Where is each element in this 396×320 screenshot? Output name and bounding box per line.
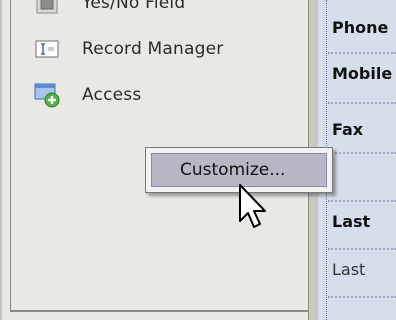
field-item-yes-no[interactable]: Yes/No Field: [34, 0, 185, 16]
form-field-mobile[interactable]: Mobile: [332, 64, 392, 83]
form-field-last-label[interactable]: Last: [332, 212, 370, 231]
form-separator: [328, 152, 396, 154]
checkbox-field-icon: [34, 0, 60, 16]
access-add-icon: [34, 82, 60, 108]
form-separator: [328, 296, 396, 298]
record-manager-icon: [34, 36, 60, 62]
panel-border-left: [10, 0, 11, 312]
field-item-access[interactable]: Access: [34, 82, 141, 108]
field-item-label: Yes/No Field: [82, 0, 186, 13]
menu-item-customize[interactable]: Customize...: [151, 153, 327, 187]
form-separator: [328, 52, 396, 54]
form-field-phone[interactable]: Phone: [332, 18, 388, 37]
form-field-last-value[interactable]: Last: [332, 260, 365, 279]
panel-border-bottom: [10, 310, 308, 312]
form-separator: [328, 248, 396, 250]
field-item-label: Record Manager: [82, 39, 224, 59]
field-item-label: Access: [82, 85, 142, 105]
form-field-fax[interactable]: Fax: [332, 120, 363, 139]
form-separator: [328, 200, 396, 202]
form-separator: [328, 102, 396, 104]
mouse-pointer-icon: [239, 184, 266, 228]
field-item-record-manager[interactable]: Record Manager: [34, 36, 223, 62]
